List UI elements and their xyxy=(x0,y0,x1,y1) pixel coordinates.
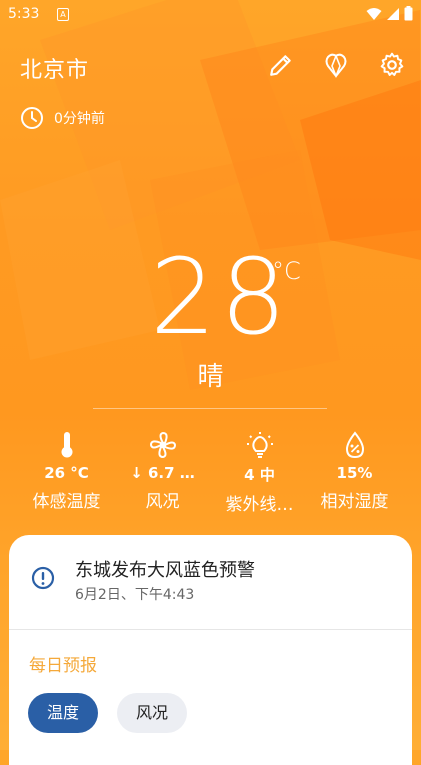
divider xyxy=(93,408,327,409)
battery-icon xyxy=(404,6,413,21)
last-updated-text: 0分钟前 xyxy=(54,111,105,127)
current-temperature: 28 °C xyxy=(0,245,421,355)
weather-condition: 晴 xyxy=(197,362,224,392)
stat-uv: 4 中 紫外线… xyxy=(207,430,312,515)
stat-label: 风况 xyxy=(145,492,180,512)
tab-temperature[interactable]: 温度 xyxy=(28,693,98,733)
last-updated: 0分钟前 xyxy=(20,106,105,130)
city-name[interactable]: 北京市 xyxy=(20,52,89,84)
thermometer-icon xyxy=(61,432,72,458)
settings-gear-icon[interactable] xyxy=(379,52,405,78)
daily-forecast-title: 每日预报 xyxy=(29,656,97,676)
alert-time: 6月2日、下午4:43 xyxy=(75,587,195,603)
stat-label: 相对湿度 xyxy=(320,492,389,512)
temperature-value: 28 xyxy=(150,236,291,358)
lightbulb-icon xyxy=(246,432,273,458)
signal-icon xyxy=(387,7,399,20)
stat-value: 15% xyxy=(336,464,373,482)
notification-a-icon: A xyxy=(57,8,69,21)
tab-wind[interactable]: 风况 xyxy=(117,693,187,733)
stat-value: 4 中 xyxy=(244,466,275,484)
weather-stats: 26 °C 体感温度 ↓ 6.7 … 风况 4 中 紫外线… 15% 相对湿度 xyxy=(0,430,421,520)
details-card: 东城发布大风蓝色预警 6月2日、下午4:43 每日预报 温度 风况 xyxy=(9,535,412,765)
stat-value: 26 °C xyxy=(44,464,89,482)
temperature-unit: °C xyxy=(272,257,301,285)
clock-icon xyxy=(21,107,43,129)
stat-label: 体感温度 xyxy=(32,492,101,512)
stat-feels-like: 26 °C 体感温度 xyxy=(14,430,119,512)
card-divider xyxy=(9,629,412,630)
humidity-drop-icon xyxy=(345,431,364,459)
wifi-icon xyxy=(366,7,382,20)
top-bar: 北京市 xyxy=(0,48,421,88)
weather-alert[interactable]: 东城发布大风蓝色预警 6月2日、下午4:43 xyxy=(9,535,412,629)
alert-exclamation-icon xyxy=(31,566,55,590)
fan-icon xyxy=(149,431,176,459)
status-icons xyxy=(366,6,413,21)
status-time: 5:33 xyxy=(8,6,40,22)
status-bar: 5:33 A xyxy=(0,0,421,30)
stat-humidity: 15% 相对湿度 xyxy=(302,430,407,512)
alert-title: 东城发布大风蓝色预警 xyxy=(75,560,255,581)
stat-value: ↓ 6.7 … xyxy=(130,464,195,482)
edit-pencil-icon[interactable] xyxy=(268,52,294,78)
stat-wind: ↓ 6.7 … 风况 xyxy=(110,430,215,512)
location-pin-icon[interactable] xyxy=(323,52,349,78)
stat-label: 紫外线… xyxy=(225,495,294,515)
